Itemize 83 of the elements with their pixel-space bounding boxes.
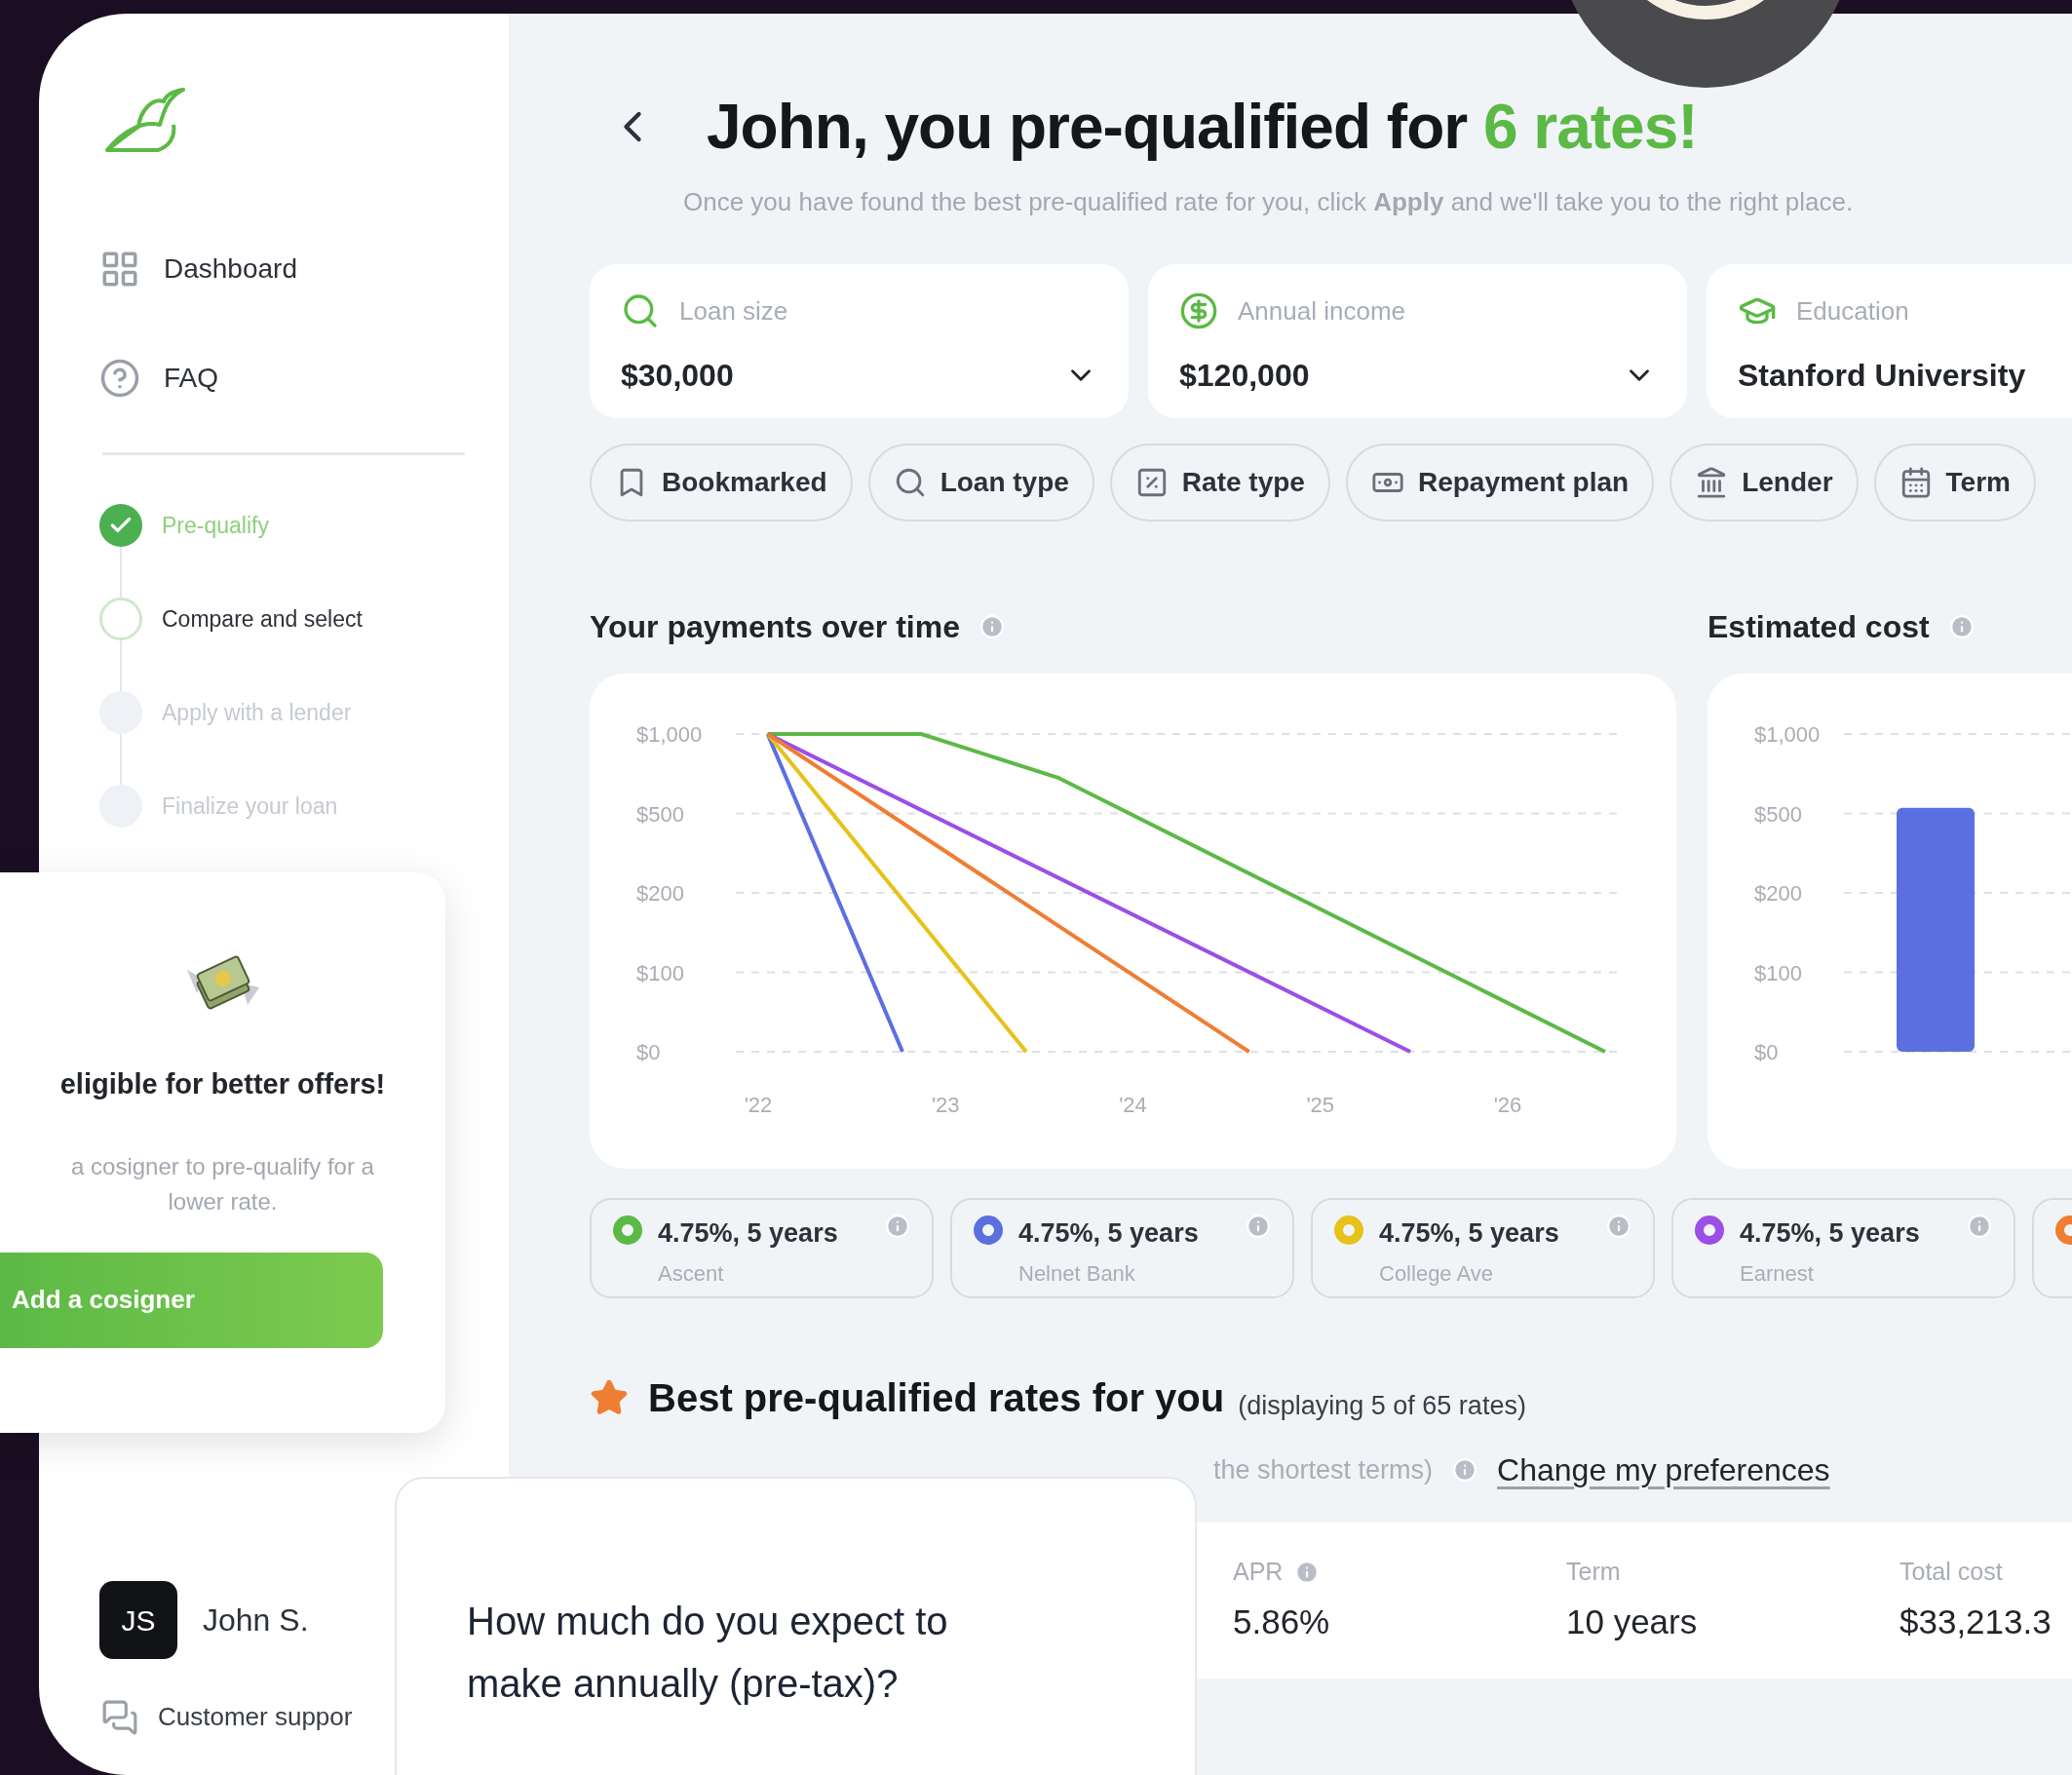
lender-name: Ascent [658,1259,725,1288]
rate-card[interactable]: 4.75%, 5 years Earnest [1671,1198,2015,1298]
column-label: Term [1566,1557,1621,1587]
step-label: Apply with a lender [162,698,352,727]
field-label: Education [1796,294,1909,328]
filter-chip[interactable]: Loan type [867,444,1094,521]
search-icon [621,291,660,330]
filter-chip[interactable]: Term [1873,444,2036,521]
y-axis-label: $1,000 [1754,722,1821,747]
section-title: Best pre-qualified rates for you [648,1375,1225,1421]
nav-item[interactable]: FAQ [99,358,218,399]
column-value: 5.86% [1233,1601,1331,1642]
rate-text: 4.75%, 5 years [1379,1217,1560,1250]
preference-note: the shortest terms) [1213,1453,1434,1486]
rate-card[interactable]: 4.75%, 5 years College Ave [1311,1198,1655,1298]
y-axis-label: $100 [636,960,684,985]
filter-chip[interactable]: Lender [1669,444,1859,521]
help-icon [99,358,140,399]
lender-name: Nelnet Bank [1018,1259,1136,1288]
page-subtitle: Once you have found the best pre-qualified rate for you, click Apply and we'll take you to the right place. [683,186,1855,218]
rate-text: 4.75%, 5 years [658,1217,839,1250]
step-label: Pre-qualify [162,511,269,540]
y-axis-label: $1,000 [636,722,703,747]
field-value: Stanford University [1738,357,2026,395]
column-label: APR [1233,1557,1284,1587]
y-axis-label: $0 [636,1040,661,1064]
field-value: $120,000 [1179,357,1310,395]
filter-field[interactable]: Education Stanford University [1707,264,2072,418]
step-label: Finalize your loan [162,791,338,821]
y-axis-label: $100 [1754,960,1802,985]
x-axis-label: '22 [744,1093,773,1117]
field-label: Annual income [1238,294,1405,328]
star-icon [590,1378,629,1417]
nav-label: FAQ [164,362,218,395]
info-icon [1452,1457,1478,1483]
nav-label: Dashboard [164,252,297,286]
cosigner-text: a cosigner to pre-qualify for a lower rate. [70,1151,375,1216]
rate-count: (displaying 5 of 65 rates) [1238,1389,1526,1422]
question-text: How much do you expect to make annually (pre-tax)? [467,1599,949,1707]
chat-icon [101,1698,138,1736]
column-value: $33,213.3 [1899,1601,2053,1642]
y-axis-label: $500 [636,801,684,827]
rate-card[interactable]: 4.75%, 5 years Nelnet Bank [950,1198,1294,1298]
x-axis-label: '24 [1119,1093,1147,1117]
x-axis-label: '25 [1306,1093,1335,1117]
page-title: John, you pre-qualified for 6 rates! [707,91,1698,164]
rate-text: 4.75%, 5 years [1740,1217,1921,1250]
filter-field[interactable]: Annual income $120,000 [1148,264,1687,418]
lender-name: Earnest [1740,1259,1815,1288]
rate-row[interactable]: APR 5.86% Term 10 years Total cost $33,213.3 [1197,1523,2072,1679]
info-icon [978,614,1005,639]
y-axis-label: $0 [1754,1040,1779,1064]
support-link[interactable]: Customer suppor [158,1698,353,1736]
info-icon [1967,1214,1992,1239]
chart-title: Your payments over time [590,608,960,646]
filter-field[interactable]: Loan size $30,000 [590,264,1129,418]
info-icon [1948,614,1975,639]
filter-chip[interactable]: Bookmarked [590,444,853,521]
rate-card[interactable]: 4.75%, 5 years Ascent [590,1198,934,1298]
lender-name: College Ave [1379,1259,1494,1288]
nav-item[interactable]: Dashboard [99,249,297,289]
x-axis-label: '23 [931,1093,960,1117]
y-axis-label: $200 [1754,881,1802,906]
step-label: Compare and select [162,604,363,634]
change-preferences-link[interactable]: Change my preferences [1497,1447,1830,1493]
user-name: John S. [203,1601,309,1640]
column-label: Total cost [1899,1557,2003,1587]
info-icon [1246,1214,1271,1239]
chart-title: Estimated cost [1707,608,1930,646]
field-value: $30,000 [621,357,734,395]
x-axis-label: '26 [1493,1093,1522,1117]
info-icon [885,1214,910,1239]
info-icon [1606,1214,1631,1239]
y-axis-label: $200 [636,881,684,906]
column-value: 10 years [1566,1601,1699,1642]
rate-text: 4.75%, 5 years [1018,1217,1200,1250]
user-avatar: JS [99,1581,177,1659]
field-label: Loan size [679,294,788,328]
y-axis-label: $500 [1754,801,1802,827]
filter-chip[interactable]: Rate type [1109,444,1330,521]
filter-chip[interactable]: Repayment plan [1345,444,1655,521]
dollar-icon [1179,291,1218,330]
cosigner-title: eligible for better offers! [59,1067,386,1101]
